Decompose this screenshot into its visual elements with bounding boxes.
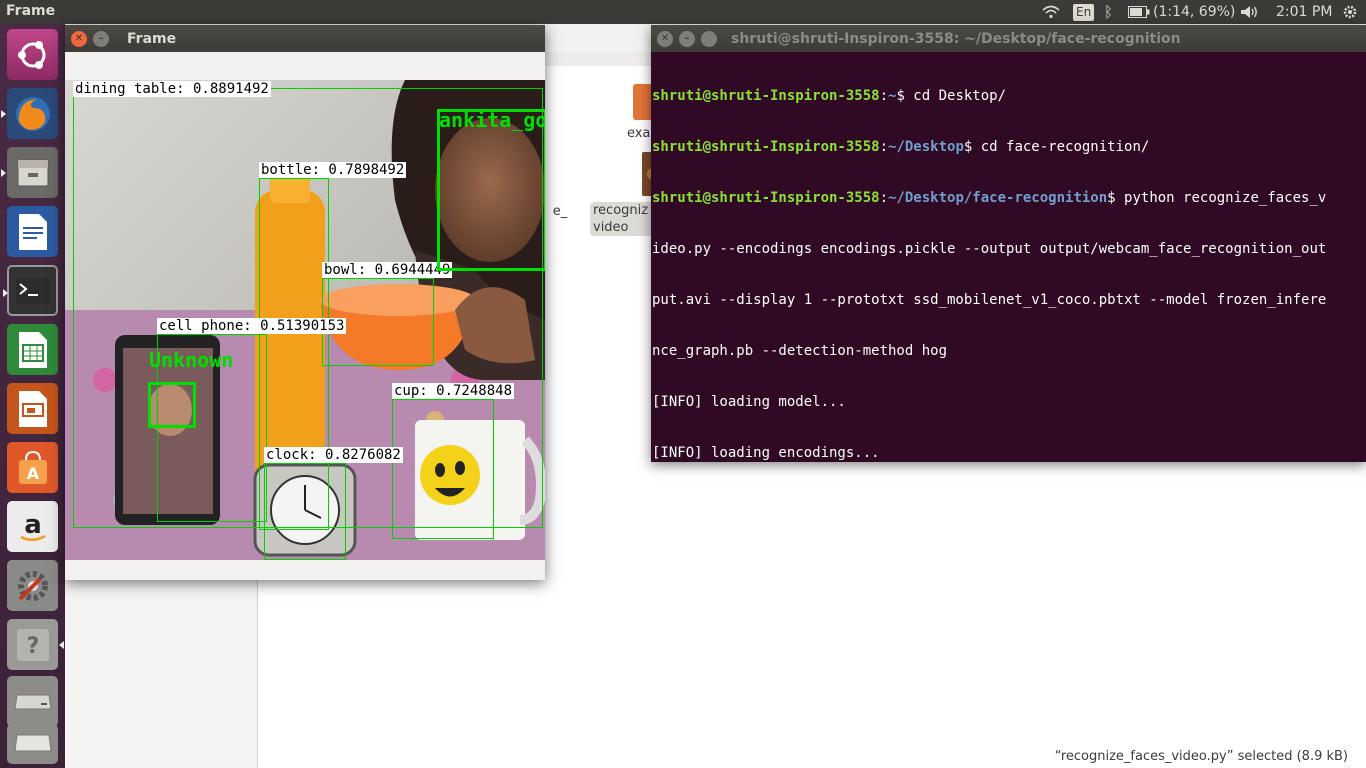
minimize-button[interactable]: –: [679, 30, 695, 47]
libreoffice-impress-icon[interactable]: [7, 383, 58, 434]
terminal-output[interactable]: shruti@shruti-Inspiron-3558:~$ cd Deskto…: [651, 52, 1366, 598]
face-box-ankita: [437, 109, 545, 271]
wifi-icon[interactable]: [1042, 0, 1060, 24]
terminal-line: shruti@shruti-Inspiron-3558:~/Desktop/fa…: [652, 190, 1327, 206]
terminal-line: [INFO] starting video stream...: [652, 496, 914, 512]
detection-label-bowl: bowl: 0.6944449: [322, 262, 453, 278]
clock[interactable]: 2:01 PM: [1276, 0, 1332, 24]
close-button[interactable]: ✕: [657, 30, 673, 47]
ubuntu-dash-icon[interactable]: [7, 29, 58, 80]
volume-icon[interactable]: [1240, 0, 1260, 24]
amazon-icon[interactable]: a: [7, 501, 58, 552]
disk-icon[interactable]: [7, 676, 58, 727]
detection-label-clock: clock: 0.8276082: [264, 447, 403, 463]
face-box-unknown: [148, 382, 196, 428]
launcher: A a ?: [0, 24, 65, 768]
gear-icon[interactable]: [1342, 0, 1358, 24]
libreoffice-writer-icon[interactable]: [7, 206, 58, 257]
terminal-line: shruti@shruti-Inspiron-3558:~$ cd Deskto…: [652, 88, 1007, 104]
firefox-icon[interactable]: [1, 88, 58, 139]
detection-label-cup: cup: 0.7248848: [392, 383, 515, 399]
terminal-window[interactable]: ✕ – shruti@shruti-Inspiron-3558: ~/Deskt…: [651, 25, 1366, 563]
detection-label-cell-phone: cell phone: 0.51390153: [157, 318, 347, 334]
terminal-line: ideo.py --encodings encodings.pickle --o…: [652, 241, 1327, 257]
terminal-icon[interactable]: [3, 265, 58, 316]
top-panel: Frame En ᛒ (1:14, 69%) 2:01 PM: [0, 0, 1366, 24]
face-label-ankita: ankita_go: [439, 109, 545, 131]
help-icon[interactable]: ?: [7, 619, 64, 670]
terminal-cursor: [652, 547, 661, 563]
system-settings-icon[interactable]: [7, 560, 58, 611]
window-title: shruti@shruti-Inspiron-3558: ~/Desktop/f…: [731, 30, 1181, 47]
terminal-line: [INFO] loading model...: [652, 394, 846, 410]
close-button[interactable]: ✕: [71, 30, 87, 47]
battery-text: (1:14, 69%): [1153, 4, 1236, 20]
window-title: Frame: [127, 30, 177, 47]
svg-text:a: a: [24, 510, 42, 540]
file-label-selected[interactable]: recogniz video: [590, 202, 658, 236]
detection-label-bottle: bottle: 0.7898492: [259, 162, 407, 178]
detection-label-dining-table: dining table: 0.8891492: [73, 81, 271, 97]
battery-indicator[interactable]: (1:14, 69%): [1128, 0, 1235, 24]
frame-titlebar[interactable]: ✕ – Frame: [65, 25, 545, 52]
face-label-unknown: Unknown: [149, 348, 234, 372]
keyboard-layout-indicator[interactable]: En: [1073, 0, 1095, 24]
minimize-button[interactable]: –: [93, 30, 109, 47]
terminal-line: [INFO] loading encodings...: [652, 445, 880, 461]
ubuntu-software-icon[interactable]: A: [7, 442, 58, 493]
active-app-name: Frame: [6, 3, 56, 19]
terminal-titlebar[interactable]: ✕ – shruti@shruti-Inspiron-3558: ~/Deskt…: [651, 25, 1366, 52]
bluetooth-icon[interactable]: ᛒ: [1104, 0, 1113, 24]
svg-text:?: ?: [26, 634, 39, 659]
files-icon[interactable]: [1, 147, 58, 198]
battery-icon: [1128, 6, 1150, 18]
status-bar: “recognize_faces_video.py” selected (8.9…: [1054, 749, 1348, 764]
terminal-line: nce_graph.pb --detection-method hog: [652, 343, 948, 359]
detection-box-cup: [392, 399, 494, 539]
terminal-line: shruti@shruti-Inspiron-3558:~/Desktop$ c…: [652, 139, 1150, 155]
libreoffice-calc-icon[interactable]: [7, 324, 58, 375]
terminal-line: put.avi --display 1 --prototxt ssd_mobil…: [652, 292, 1327, 308]
svg-text:A: A: [26, 464, 39, 483]
maximize-button[interactable]: [701, 30, 717, 47]
video-frame: dining table: 0.8891492 bottle: 0.789849…: [65, 80, 545, 560]
trash-icon[interactable]: [7, 724, 58, 764]
detection-box-clock: [264, 463, 346, 560]
frame-window: ✕ – Frame dining table: 0.8891492 bottle…: [65, 25, 545, 580]
